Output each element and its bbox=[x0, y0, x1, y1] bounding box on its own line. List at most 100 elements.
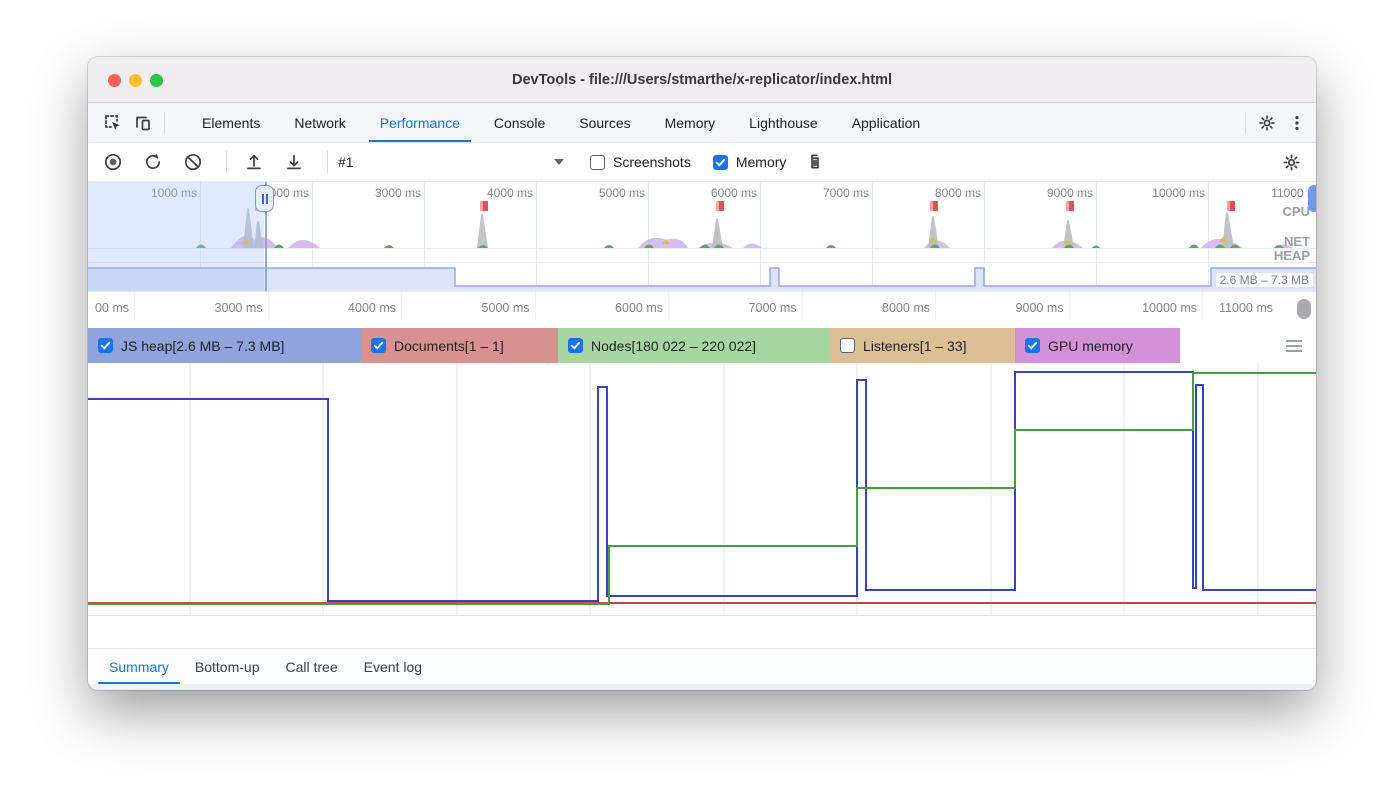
long-task-marker bbox=[1227, 201, 1235, 211]
details-tab-event-log[interactable]: Event log bbox=[351, 649, 435, 684]
legend-menu-icon[interactable] bbox=[1286, 340, 1302, 352]
tab-network[interactable]: Network bbox=[277, 103, 362, 142]
tab-console[interactable]: Console bbox=[477, 103, 562, 142]
legend-counter-listeners[interactable]: Listeners[1 – 33] bbox=[830, 328, 1015, 363]
overview-dimmed-region bbox=[88, 182, 264, 292]
ruler-time-label: 11000 ms bbox=[1203, 292, 1295, 320]
capture-settings-gear-icon[interactable] bbox=[1278, 149, 1304, 175]
overview-time-label: 8000 ms bbox=[935, 186, 981, 200]
clear-recording-icon[interactable] bbox=[180, 149, 206, 175]
tab-application[interactable]: Application bbox=[835, 103, 938, 142]
close-window-button[interactable] bbox=[108, 74, 121, 87]
ruler-time-label: 3000 ms bbox=[135, 292, 269, 320]
traffic-lights bbox=[108, 74, 163, 87]
screenshots-checkbox-box[interactable] bbox=[590, 155, 605, 170]
screenshots-label: Screenshots bbox=[613, 154, 691, 170]
ruler-time-label: 7000 ms bbox=[669, 292, 803, 320]
legend-counter-js-heap[interactable]: JS heap[2.6 MB – 7.3 MB] bbox=[88, 328, 361, 363]
tab-memory[interactable]: Memory bbox=[648, 103, 733, 142]
overview-time-label: 9000 ms bbox=[1047, 186, 1093, 200]
more-options-kebab-icon[interactable] bbox=[1282, 109, 1312, 137]
overview-time-label: 4000 ms bbox=[487, 186, 533, 200]
counter-checkbox[interactable] bbox=[98, 338, 113, 353]
memory-checkbox[interactable]: Memory bbox=[713, 154, 787, 170]
memory-counters-legend: JS heap[2.6 MB – 7.3 MB] Documents[1 – 1]… bbox=[88, 328, 1316, 363]
counter-label: Documents[1 – 1] bbox=[394, 338, 504, 354]
chart-bottom-gap bbox=[88, 616, 1316, 648]
counter-checkbox[interactable] bbox=[1025, 338, 1040, 353]
counter-checkbox[interactable] bbox=[568, 338, 583, 353]
devtools-tabbar: ElementsNetworkPerformanceConsoleSources… bbox=[88, 103, 1316, 143]
device-toolbar-icon[interactable] bbox=[128, 109, 158, 137]
minimize-window-button[interactable] bbox=[129, 74, 142, 87]
counter-label: GPU memory bbox=[1048, 338, 1133, 354]
counter-checkbox[interactable] bbox=[840, 338, 855, 353]
divider bbox=[164, 112, 165, 134]
desktop: DevTools - file:///Users/stmarthe/x-repl… bbox=[0, 0, 1400, 805]
save-profile-icon[interactable] bbox=[281, 149, 307, 175]
net-track-label: NET bbox=[1284, 234, 1310, 249]
tab-elements[interactable]: Elements bbox=[185, 103, 277, 142]
tab-lighthouse[interactable]: Lighthouse bbox=[732, 103, 835, 142]
collect-garbage-icon[interactable] bbox=[802, 149, 828, 175]
counter-checkbox[interactable] bbox=[371, 338, 386, 353]
legend-counter-documents[interactable]: Documents[1 – 1] bbox=[361, 328, 558, 363]
divider bbox=[1245, 112, 1246, 134]
record-button[interactable] bbox=[100, 149, 126, 175]
tab-sources[interactable]: Sources bbox=[562, 103, 647, 142]
load-profile-icon[interactable] bbox=[241, 149, 267, 175]
inspect-element-icon[interactable] bbox=[98, 109, 128, 137]
reload-and-record-icon[interactable] bbox=[140, 149, 166, 175]
details-tab-summary[interactable]: Summary bbox=[96, 649, 182, 684]
devtools-window: DevTools - file:///Users/stmarthe/x-repl… bbox=[88, 57, 1316, 690]
legend-counter-gpu-memory[interactable]: GPU memory bbox=[1015, 328, 1180, 363]
detail-time-ruler[interactable]: 00 ms3000 ms4000 ms5000 ms6000 ms7000 ms… bbox=[88, 292, 1316, 328]
counter-label: Nodes[180 022 – 220 022] bbox=[591, 338, 756, 354]
ruler-time-label: 00 ms bbox=[88, 292, 135, 320]
zoom-window-button[interactable] bbox=[150, 74, 163, 87]
selection-left-handle[interactable] bbox=[255, 185, 274, 212]
main-tabs: ElementsNetworkPerformanceConsoleSources… bbox=[185, 103, 937, 142]
ruler-time-label: 9000 ms bbox=[936, 292, 1070, 320]
heap-range-label: 2.6 MB – 7.3 MB bbox=[1216, 273, 1313, 287]
cpu-track-label: CPU bbox=[1283, 204, 1310, 219]
window-bottom-strip bbox=[88, 684, 1316, 690]
long-task-marker bbox=[930, 201, 938, 211]
ruler-time-label: 5000 ms bbox=[402, 292, 536, 320]
history-dropdown[interactable]: #1 bbox=[338, 154, 564, 170]
ruler-time-label: 6000 ms bbox=[536, 292, 670, 320]
scrollbar-thumb[interactable] bbox=[1297, 299, 1311, 319]
counter-label: JS heap[2.6 MB – 7.3 MB] bbox=[121, 338, 284, 354]
details-tab-call-tree[interactable]: Call tree bbox=[273, 649, 351, 684]
history-selected-value: #1 bbox=[338, 154, 354, 170]
long-task-marker bbox=[1066, 201, 1074, 211]
long-task-marker bbox=[480, 201, 488, 211]
js-heap-line bbox=[88, 372, 1316, 601]
ruler-time-label: 8000 ms bbox=[803, 292, 937, 320]
memory-label: Memory bbox=[736, 154, 787, 170]
heap-track-label: HEAP bbox=[1274, 248, 1310, 263]
timeline-overview[interactable]: 1000 ms2000 ms3000 ms4000 ms5000 ms6000 … bbox=[88, 182, 1316, 292]
nodes-line bbox=[88, 373, 1316, 604]
screenshots-checkbox[interactable]: Screenshots bbox=[590, 154, 691, 170]
ruler-time-label: 4000 ms bbox=[269, 292, 403, 320]
long-task-marker bbox=[716, 201, 724, 211]
overview-time-label: 3000 ms bbox=[375, 186, 421, 200]
overview-time-label: 6000 ms bbox=[711, 186, 757, 200]
tab-performance[interactable]: Performance bbox=[363, 103, 477, 142]
details-tabbar: SummaryBottom-upCall treeEvent log bbox=[88, 648, 1316, 684]
legend-counter-nodes[interactable]: Nodes[180 022 – 220 022] bbox=[558, 328, 830, 363]
settings-gear-icon[interactable] bbox=[1252, 109, 1282, 137]
overview-time-label: 5000 ms bbox=[599, 186, 645, 200]
memory-counters-chart[interactable] bbox=[88, 363, 1316, 616]
window-title: DevTools - file:///Users/stmarthe/x-repl… bbox=[512, 72, 892, 88]
chevron-down-icon bbox=[554, 159, 564, 165]
counter-label: Listeners[1 – 33] bbox=[863, 338, 967, 354]
memory-checkbox-box[interactable] bbox=[713, 155, 728, 170]
overview-time-label: 10000 ms bbox=[1152, 186, 1205, 200]
titlebar: DevTools - file:///Users/stmarthe/x-repl… bbox=[88, 57, 1316, 103]
performance-toolbar: #1 Screenshots Memory bbox=[88, 143, 1316, 182]
overview-time-label: 7000 ms bbox=[823, 186, 869, 200]
ruler-time-label: 10000 ms bbox=[1070, 292, 1204, 320]
details-tab-bottom-up[interactable]: Bottom-up bbox=[182, 649, 273, 684]
